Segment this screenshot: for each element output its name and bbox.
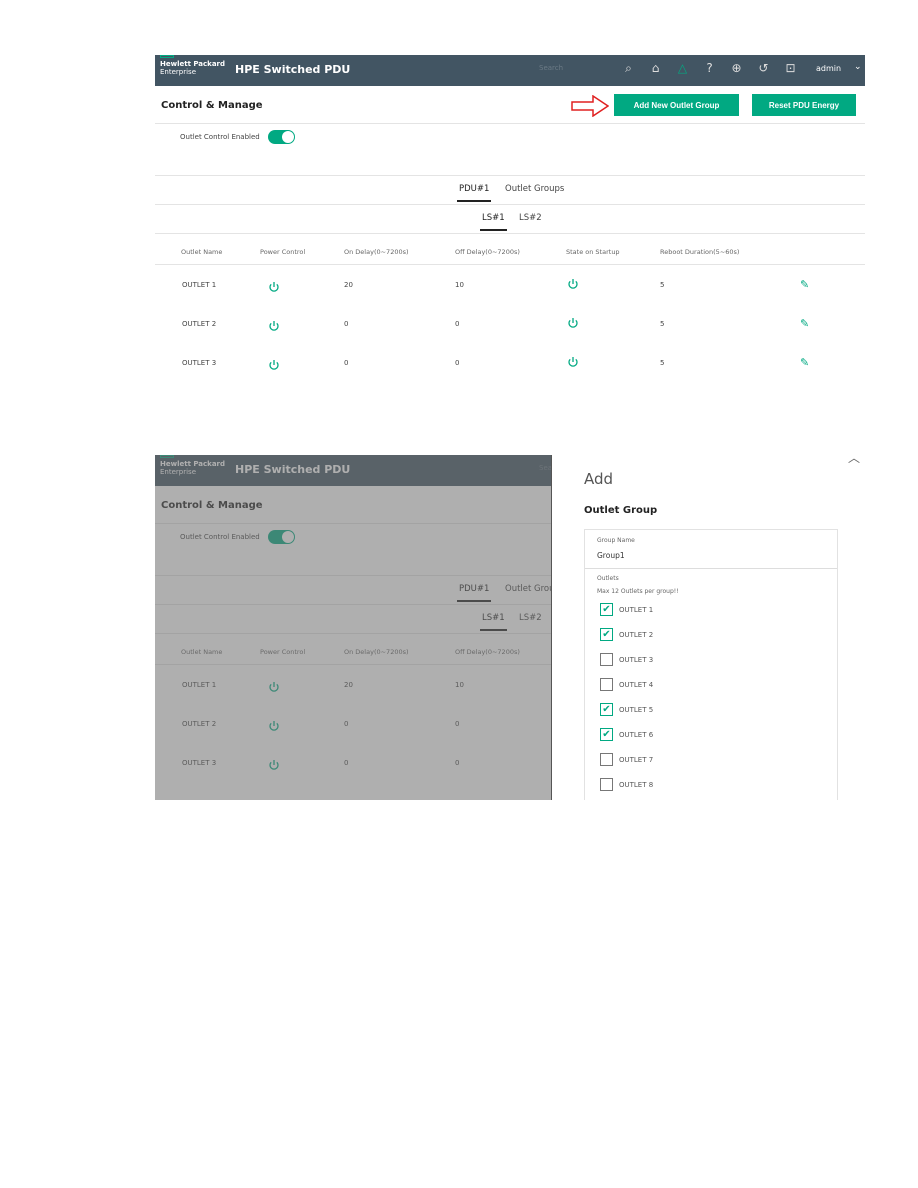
dialog-title: Add [584, 470, 614, 488]
help-icon[interactable]: ? [702, 61, 717, 76]
tab-outlet-groups[interactable]: Outlet Groups [505, 184, 564, 194]
screenshot-control-manage: Hewlett Packard Enterprise HPE Switched P… [155, 55, 865, 400]
outlet-name: OUTLET 2 [182, 320, 217, 328]
tab-ls2[interactable]: LS#2 [519, 213, 542, 223]
outlet-control-label: Outlet Control Enabled [180, 133, 260, 141]
outlet-checkbox-label: OUTLET 2 [619, 631, 654, 639]
edit-pencil-icon[interactable]: ✎ [800, 317, 809, 330]
group-name-label: Group Name [597, 537, 635, 544]
outlet-checkbox-label: OUTLET 6 [619, 731, 654, 739]
outlet-checkbox[interactable]: ✔ [600, 628, 613, 641]
edit-pencil-icon[interactable]: ✎ [800, 356, 809, 369]
reboot-duration: 5 [660, 359, 665, 367]
tab-ls1[interactable]: LS#1 [480, 213, 507, 231]
chevron-down-icon[interactable]: ⌄ [854, 62, 862, 72]
power-control-icon[interactable] [268, 278, 280, 292]
user-menu[interactable]: admin [816, 64, 841, 73]
search-input[interactable]: Search [539, 64, 563, 72]
pdu-icon[interactable]: ⊡ [783, 61, 798, 76]
outlet-checkbox-label: OUTLET 8 [619, 781, 654, 789]
divider [155, 175, 865, 176]
state-on-startup-icon[interactable] [567, 314, 579, 328]
column-header: Reboot Duration(5~60s) [660, 248, 740, 256]
top-header: Hewlett PackardEnterprise HPE Switched P… [155, 55, 865, 86]
outlet-checkbox-label: OUTLET 3 [619, 656, 654, 664]
divider [585, 568, 837, 569]
off-delay: 10 [455, 281, 464, 289]
group-form: Group Name Group1 Outlets Max 12 Outlets pe… [584, 529, 838, 800]
divider [155, 123, 865, 124]
alert-icon[interactable]: △ [675, 61, 690, 76]
outlet-checkbox-label: OUTLET 4 [619, 681, 654, 689]
outlet-checkbox-label: OUTLET 5 [619, 706, 654, 714]
outlet-checkbox[interactable]: ✔ [600, 703, 613, 716]
dialog-subtitle: Outlet Group [584, 505, 658, 516]
history-icon[interactable]: ↺ [756, 61, 771, 76]
brand-line1: Hewlett Packard [160, 60, 226, 68]
outlet-name: OUTLET 3 [182, 359, 217, 367]
reset-pdu-energy-button[interactable]: Reset PDU Energy [752, 94, 856, 116]
reboot-duration: 5 [660, 281, 665, 289]
add-outlet-group-button[interactable]: Add New Outlet Group [614, 94, 739, 116]
off-delay: 0 [455, 359, 460, 367]
divider [155, 204, 865, 205]
state-on-startup-icon[interactable] [567, 275, 579, 289]
screenshot-add-outlet-group: Hewlett PackardEnterprise HPE Switched P… [155, 455, 865, 800]
modal-overlay [155, 455, 551, 800]
divider [155, 264, 865, 265]
outlet-checkbox[interactable] [600, 653, 613, 666]
page-title: Control & Manage [161, 100, 263, 111]
off-delay: 0 [455, 320, 460, 328]
tab-pdu1[interactable]: PDU#1 [456, 184, 492, 202]
power-control-icon[interactable] [268, 317, 280, 331]
outlet-checkbox-label: OUTLET 7 [619, 756, 654, 764]
add-outlet-group-panel: ︿ Add Outlet Group Group Name Group1 Outlets M… [551, 455, 865, 800]
column-header: State on Startup [566, 248, 620, 256]
brand-line2: Enterprise [160, 68, 197, 76]
on-delay: 0 [344, 320, 349, 328]
edit-pencil-icon[interactable]: ✎ [800, 278, 809, 291]
outlet-checkbox-label: OUTLET 1 [619, 606, 654, 614]
red-arrow-icon [571, 94, 610, 121]
home-icon[interactable]: ⌂ [648, 61, 663, 76]
divider [155, 233, 865, 234]
column-header: Outlet Name [181, 248, 223, 256]
group-name-input[interactable]: Group1 [597, 551, 625, 560]
hpe-logo: Hewlett PackardEnterprise [160, 55, 226, 76]
column-header: Off Delay(0~7200s) [455, 248, 520, 256]
globe-icon[interactable]: ⊕ [729, 61, 744, 76]
on-delay: 0 [344, 359, 349, 367]
outlet-checkbox[interactable] [600, 678, 613, 691]
outlet-checkbox[interactable]: ✔ [600, 728, 613, 741]
outlet-control-toggle[interactable] [268, 130, 295, 144]
column-header: On Delay(0~7200s) [344, 248, 409, 256]
app-title: HPE Switched PDU [235, 63, 351, 76]
outlet-checkbox[interactable]: ✔ [600, 603, 613, 616]
outlets-label: Outlets [597, 575, 619, 582]
outlets-hint: Max 12 Outlets per group!! [597, 588, 679, 595]
outlet-name: OUTLET 1 [182, 281, 217, 289]
outlet-checkbox[interactable] [600, 753, 613, 766]
search-icon[interactable]: ⌕ [621, 61, 636, 76]
state-on-startup-icon[interactable] [567, 353, 579, 367]
reboot-duration: 5 [660, 320, 665, 328]
power-control-icon[interactable] [268, 356, 280, 370]
close-icon[interactable]: ︿ [848, 455, 860, 466]
outlet-checkbox[interactable] [600, 778, 613, 791]
on-delay: 20 [344, 281, 353, 289]
column-header: Power Control [260, 248, 306, 256]
